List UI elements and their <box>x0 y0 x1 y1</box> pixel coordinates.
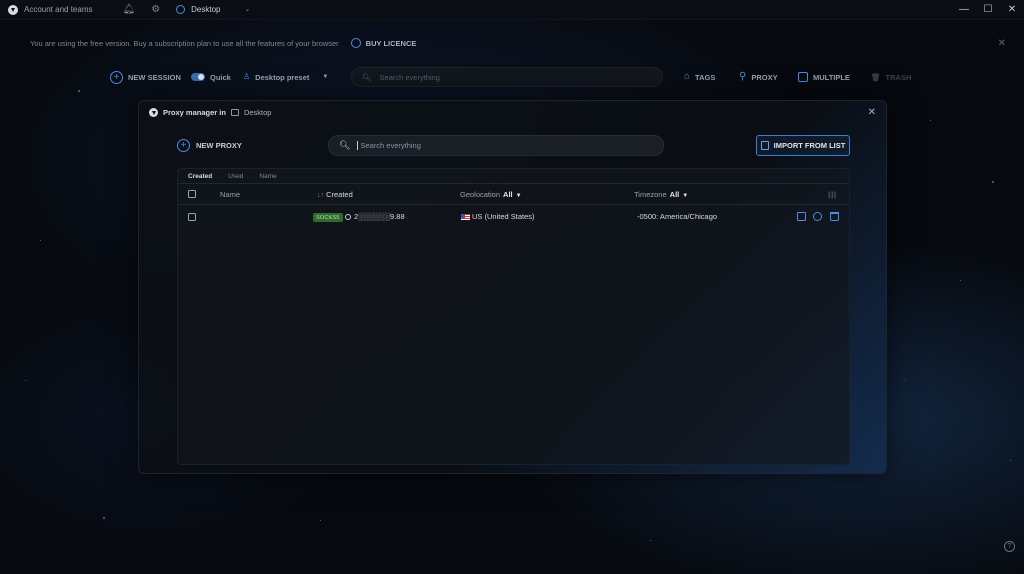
timezone-filter: All <box>669 190 680 199</box>
app-logo-icon <box>149 108 158 117</box>
trash-icon: 🗑︎ <box>871 72 881 82</box>
geolocation-label: Geolocation <box>460 190 501 199</box>
buy-licence-label: BUY LICENCE <box>365 38 417 48</box>
proxy-button[interactable]: ⚲ PROXY <box>739 66 778 88</box>
dialog-title-text: Proxy manager in <box>163 108 226 117</box>
dialog-workspace: Desktop <box>243 108 272 117</box>
notifications-button[interactable]: 🔔︎ <box>114 0 143 19</box>
proxy-search-input[interactable] <box>357 141 638 150</box>
tab-created[interactable]: Created <box>188 173 212 180</box>
minimize-icon: — <box>959 4 969 15</box>
row-checkbox[interactable] <box>188 213 196 221</box>
plus-icon: + <box>177 139 190 152</box>
proxy-manager-dialog: Proxy manager in Desktop ✕ + NEW PROXY 🔍… <box>138 100 887 474</box>
settings-button[interactable]: ⚙ <box>143 0 168 19</box>
proxy-geolocation: US (United States) <box>472 212 535 221</box>
import-icon <box>760 141 769 150</box>
caret-down-icon: ▼ <box>322 74 329 80</box>
global-search[interactable]: 🔍︎ <box>351 67 663 87</box>
timezone-label: Timezone <box>634 190 667 199</box>
preset-icon: ♙ <box>243 72 251 81</box>
maximize-icon: ☐ <box>983 4 993 15</box>
close-window-button[interactable]: ✕ <box>1000 0 1024 19</box>
main-toolbar: + NEW SESSION Quick ♙ Desktop preset ▼ 🔍… <box>0 66 1024 88</box>
proxy-table: Created Used Name Name ↓↑ Created Geoloc… <box>177 168 850 465</box>
workspace-selector[interactable]: Desktop ⌄ <box>168 0 258 19</box>
column-name[interactable]: Name <box>220 190 240 199</box>
global-search-input[interactable] <box>379 72 640 82</box>
refresh-icon[interactable] <box>813 212 822 221</box>
delete-icon[interactable] <box>830 212 839 221</box>
tab-name[interactable]: Name <box>259 173 276 180</box>
dialog-title: Proxy manager in Desktop <box>149 108 271 117</box>
minimize-button[interactable]: — <box>952 0 976 19</box>
app-logo-icon <box>8 4 18 15</box>
preset-label: Desktop preset <box>255 72 310 82</box>
proxy-icon: ⚲ <box>739 71 747 82</box>
copy-icon[interactable] <box>797 212 806 221</box>
tab-used[interactable]: Used <box>228 173 243 180</box>
column-created-label: Created <box>326 190 353 199</box>
import-from-list-button[interactable]: IMPORT FROM LIST <box>756 135 850 156</box>
new-proxy-button[interactable]: + NEW PROXY <box>177 139 242 152</box>
workspace-icon <box>176 5 186 14</box>
close-icon: ✕ <box>1007 4 1017 15</box>
multiple-label: MULTIPLE <box>813 72 850 82</box>
account-teams-button[interactable]: Account and teams <box>0 0 100 19</box>
help-icon[interactable]: ? <box>1004 541 1015 552</box>
workspace-label: Desktop <box>191 5 221 14</box>
status-icon <box>345 214 351 220</box>
preset-selector[interactable]: ♙ Desktop preset ▼ <box>243 66 328 88</box>
proxy-label: PROXY <box>751 72 778 82</box>
multiple-button[interactable]: MULTIPLE <box>798 66 850 88</box>
column-geolocation[interactable]: Geolocation All ▼ <box>460 190 522 199</box>
bell-icon: 🔔︎ <box>122 3 136 15</box>
tags-button[interactable]: ⌂ TAGS <box>684 66 715 88</box>
search-icon: 🔍︎ <box>362 72 372 82</box>
gear-icon: ⚙ <box>151 3 161 15</box>
sort-icon: ↓↑ <box>317 192 324 199</box>
proxy-address: 2░░░░░░9.88 <box>354 212 405 221</box>
new-session-label: NEW SESSION <box>128 72 181 82</box>
us-flag-icon <box>461 214 470 220</box>
banner-message: You are using the free version. Buy a su… <box>30 38 339 48</box>
new-proxy-label: NEW PROXY <box>196 141 242 150</box>
table-header: Name ↓↑ Created Geolocation All ▼ Timezone… <box>178 183 849 205</box>
trash-label: TRASH <box>885 72 912 82</box>
geolocation-filter: All <box>503 190 513 199</box>
title-bar: Account and teams 🔔︎ ⚙ Desktop ⌄ — ☐ ✕ <box>0 0 1024 20</box>
banner-close-icon[interactable]: ✕ <box>998 38 1006 49</box>
quick-toggle[interactable]: Quick <box>191 66 231 88</box>
quick-label: Quick <box>210 72 231 82</box>
search-icon: 🔍︎ <box>339 140 351 150</box>
licence-icon <box>350 38 361 48</box>
desktop-icon <box>230 109 239 116</box>
chevron-down-icon: ⌄ <box>244 6 251 13</box>
caret-down-icon: ▼ <box>515 193 522 199</box>
select-all-checkbox[interactable] <box>188 190 196 198</box>
import-label: IMPORT FROM LIST <box>773 141 846 150</box>
toggle-icon <box>191 73 205 81</box>
plus-icon: + <box>110 70 123 84</box>
proxy-type-badge: SOCKS5 <box>313 213 343 222</box>
trash-button[interactable]: 🗑︎ TRASH <box>871 66 911 88</box>
table-row[interactable]: SOCKS5 2░░░░░░9.88 US (United States) -0… <box>178 205 849 229</box>
free-version-banner: You are using the free version. Buy a su… <box>0 34 1024 52</box>
columns-settings-icon[interactable]: ||| <box>828 190 837 199</box>
sort-tabs: Created Used Name <box>178 169 849 183</box>
proxy-search[interactable]: 🔍︎ <box>328 135 664 156</box>
buy-licence-button[interactable]: BUY LICENCE <box>350 38 417 48</box>
grid-icon <box>798 72 808 82</box>
column-created[interactable]: ↓↑ Created <box>317 190 353 199</box>
tag-icon: ⌂ <box>684 71 691 82</box>
account-label: Account and teams <box>24 5 93 14</box>
dialog-close-icon[interactable]: ✕ <box>868 107 876 118</box>
maximize-button[interactable]: ☐ <box>976 0 1000 19</box>
column-timezone[interactable]: Timezone All ▼ <box>634 190 688 199</box>
proxy-timezone: -0500: America/Chicago <box>637 212 718 221</box>
caret-down-icon: ▼ <box>682 193 689 199</box>
tags-label: TAGS <box>695 72 716 82</box>
new-session-button[interactable]: + NEW SESSION <box>110 66 181 88</box>
